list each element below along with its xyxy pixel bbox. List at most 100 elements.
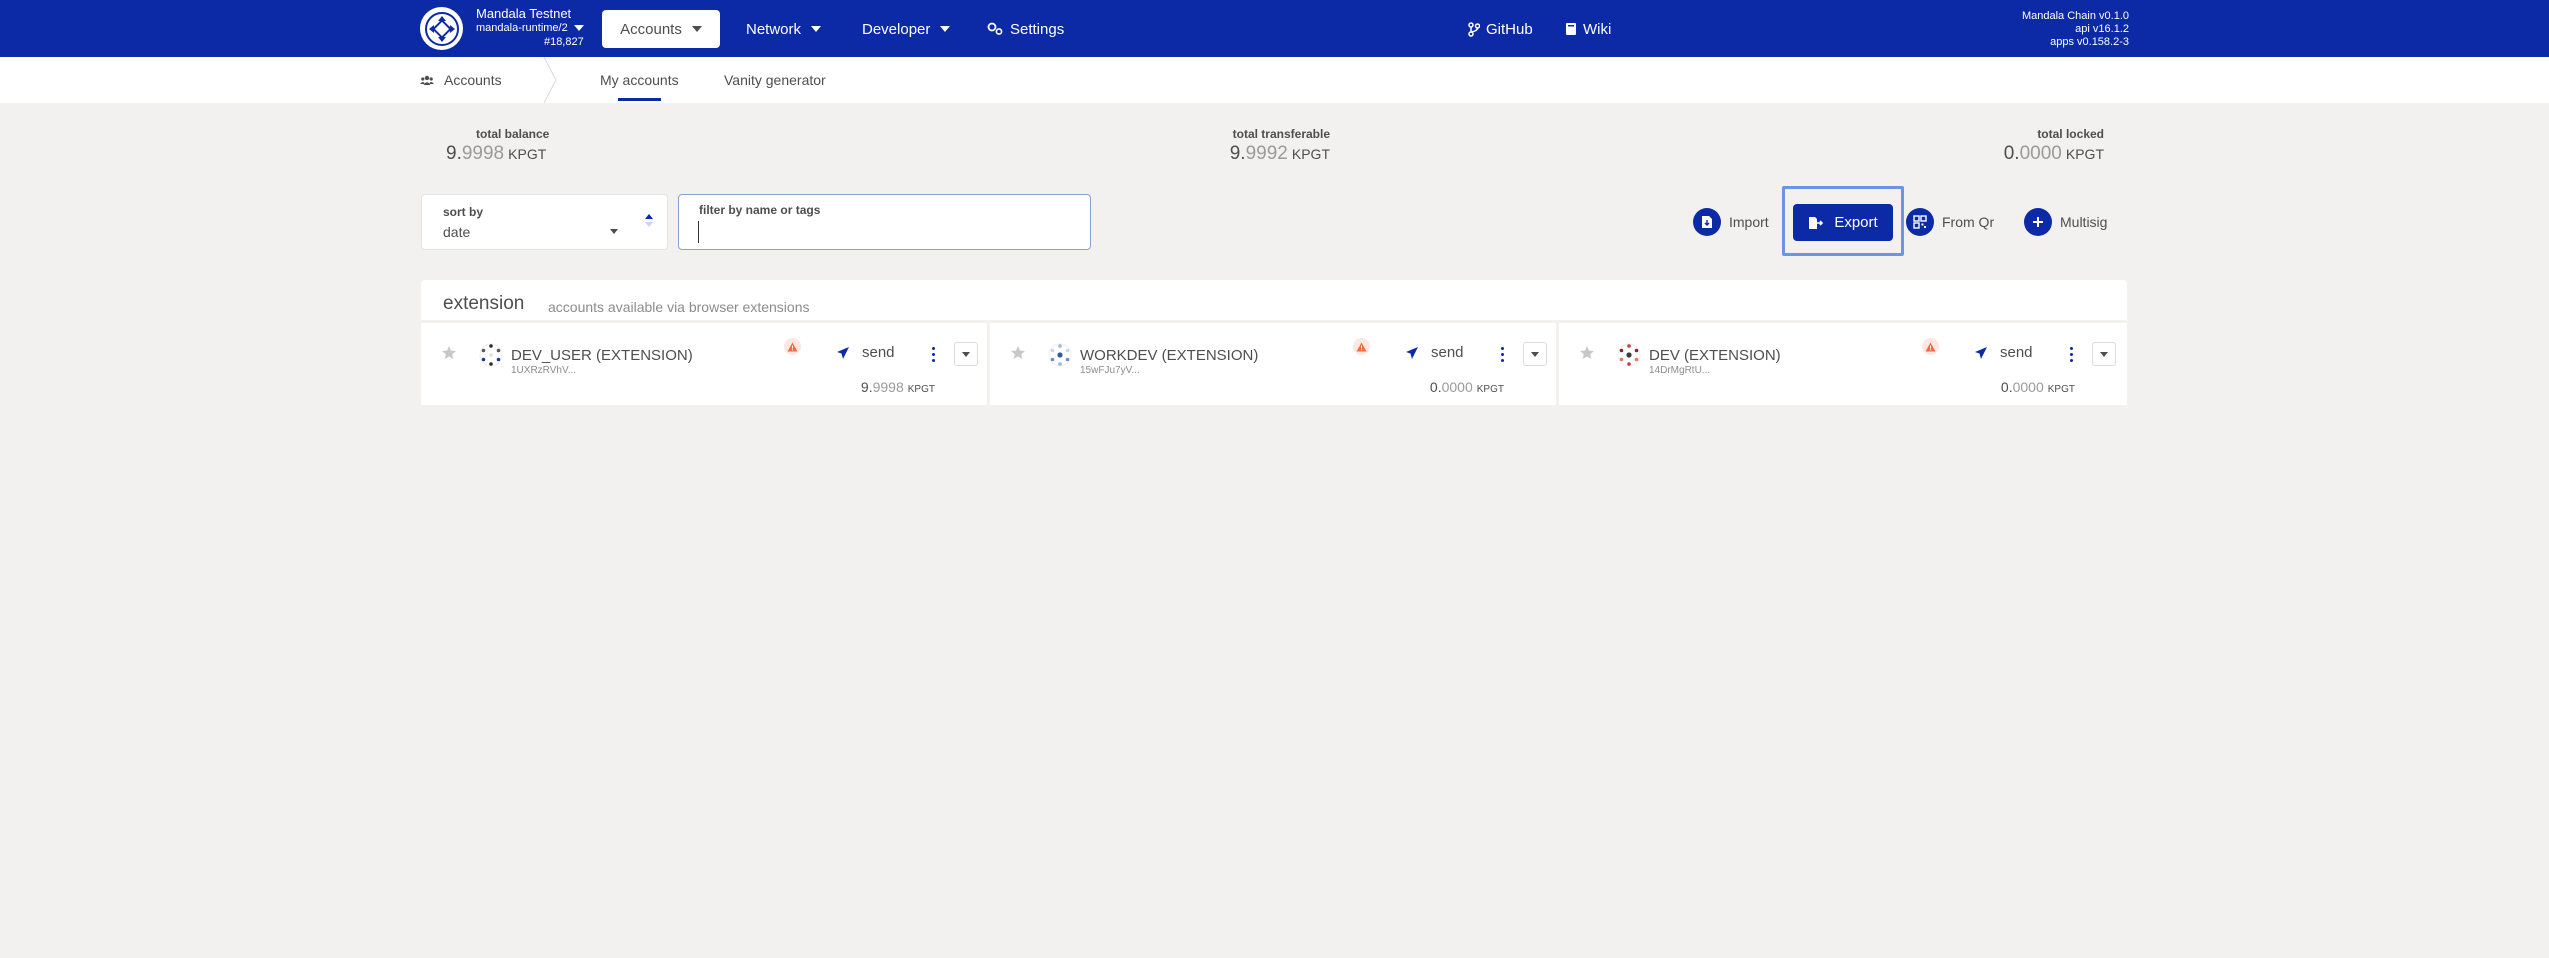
top-navbar: Mandala Testnet mandala-runtime/2 #18,82…: [0, 0, 2549, 57]
account-name: DEV_USER (EXTENSION): [511, 347, 693, 364]
more-vertical-icon[interactable]: [1496, 343, 1508, 365]
total-locked-label: total locked: [2037, 127, 2104, 141]
multisig-button[interactable]: Multisig: [2024, 208, 2107, 236]
tab-my-accounts[interactable]: My accounts: [600, 57, 679, 103]
export-button[interactable]: Export: [1793, 204, 1893, 241]
total-transferable-dec: 9992: [1245, 143, 1288, 164]
section-accounts: Accounts: [420, 57, 502, 103]
import-button[interactable]: Import: [1693, 208, 1769, 236]
tab-vanity-generator[interactable]: Vanity generator: [724, 57, 826, 103]
filter-label: filter by name or tags: [699, 203, 821, 217]
total-balance-label: total balance: [476, 127, 550, 141]
expand-button[interactable]: [1523, 342, 1547, 366]
account-address: 14DrMgRtU...: [1649, 365, 1711, 376]
warning-icon: [1353, 338, 1370, 355]
nav-settings[interactable]: Settings: [987, 10, 1064, 48]
chain-logo-icon[interactable]: [420, 7, 463, 50]
expand-button[interactable]: [2092, 342, 2116, 366]
sort-direction-toggle[interactable]: [645, 214, 653, 227]
from-qr-button[interactable]: From Qr: [1906, 208, 1994, 236]
filter-input[interactable]: [698, 221, 1068, 243]
caret-down-icon: [940, 26, 951, 32]
nav-wiki[interactable]: Wiki: [1565, 10, 1611, 48]
nav-accounts-label: Accounts: [620, 20, 682, 38]
account-card: DEV (EXTENSION) 14DrMgRtU... send 0.0000…: [1559, 323, 2127, 405]
export-label: Export: [1834, 214, 1878, 231]
nav-github-label: GitHub: [1486, 20, 1533, 38]
account-identicon[interactable]: [1617, 343, 1641, 367]
account-balance: 0.0000 KPGT: [2001, 379, 2075, 395]
account-card: WORKDEV (EXTENSION) 15wFJu7yV... send 0.…: [990, 323, 1556, 405]
total-balance-unit: KPGT: [508, 146, 547, 162]
balance-int: 9.: [860, 379, 873, 395]
balance-int: 0.: [2000, 379, 2013, 395]
account-balance: 9.9998 KPGT: [861, 379, 935, 395]
paper-plane-icon: [837, 346, 849, 359]
more-vertical-icon[interactable]: [927, 343, 939, 365]
export-icon: [1809, 216, 1824, 229]
star-icon[interactable]: [441, 345, 457, 360]
sub-navbar: Accounts My accounts Vanity generator: [0, 57, 2549, 103]
balance-dec: 0000: [2012, 379, 2044, 395]
account-balance: 0.0000 KPGT: [1430, 379, 1504, 395]
summary-total-balance: total balance 9.9998 KPGT: [446, 127, 549, 165]
send-button[interactable]: send: [1974, 344, 2033, 361]
nav-developer[interactable]: Developer: [862, 10, 951, 48]
section-divider: [543, 57, 557, 103]
runtime-version: mandala-runtime/2: [476, 21, 584, 35]
sort-by-label: sort by: [443, 205, 484, 219]
star-icon[interactable]: [1579, 345, 1595, 360]
sort-by-dropdown[interactable]: sort by date: [421, 194, 668, 250]
extension-section-header: extension accounts available via browser…: [421, 280, 2127, 320]
total-locked-unit: KPGT: [2065, 146, 2104, 162]
nav-settings-label: Settings: [1010, 20, 1065, 38]
account-name: WORKDEV (EXTENSION): [1080, 347, 1259, 364]
nav-accounts[interactable]: Accounts: [602, 10, 720, 48]
send-label: send: [862, 344, 895, 361]
api-version: api v16.1.2: [2075, 23, 2129, 35]
settings-icon: [987, 22, 1003, 35]
chevron-down-icon: [962, 351, 970, 357]
account-identicon[interactable]: [479, 343, 503, 367]
balance-unit: KPGT: [1476, 384, 1504, 395]
chain-name: Mandala Testnet: [476, 6, 572, 21]
sort-ascending-icon: [645, 214, 653, 219]
send-button[interactable]: send: [1405, 344, 1464, 361]
send-label: send: [2000, 344, 2033, 361]
sort-by-value: date: [443, 224, 471, 240]
total-transferable-unit: KPGT: [1291, 146, 1330, 162]
balance-unit: KPGT: [907, 384, 935, 395]
nav-network-label: Network: [746, 20, 802, 38]
total-balance-value: 9.9998 KPGT: [446, 143, 549, 165]
plus-icon: [2024, 208, 2052, 236]
expand-button[interactable]: [954, 342, 978, 366]
total-locked-int: 0.: [2003, 143, 2020, 164]
users-icon: [420, 75, 434, 85]
send-label: send: [1431, 344, 1464, 361]
account-identicon[interactable]: [1048, 343, 1072, 367]
book-icon: [1566, 23, 1576, 35]
apps-version: apps v0.158.2-3: [2050, 36, 2129, 48]
paper-plane-icon: [1975, 346, 1987, 359]
multisig-label: Multisig: [2060, 214, 2108, 230]
tab-my-accounts-label: My accounts: [600, 72, 679, 88]
account-address: 15wFJu7yV...: [1080, 365, 1140, 376]
star-icon[interactable]: [1010, 345, 1026, 360]
block-number: #18,827: [543, 36, 584, 48]
nav-network[interactable]: Network: [746, 10, 822, 48]
more-vertical-icon[interactable]: [2065, 343, 2077, 365]
nav-github[interactable]: GitHub: [1468, 10, 1533, 48]
version-info: Mandala Chain v0.1.0 api v16.1.2 apps v0…: [2022, 10, 2129, 49]
extension-description: accounts available via browser extension…: [548, 299, 810, 315]
sort-descending-icon: [645, 222, 653, 227]
send-button[interactable]: send: [836, 344, 895, 361]
balance-dec: 0000: [1441, 379, 1473, 395]
chain-selector[interactable]: Mandala Testnet mandala-runtime/2 #18,82…: [476, 7, 584, 49]
chain-version: Mandala Chain v0.1.0: [2021, 10, 2129, 22]
section-title: Accounts: [444, 72, 502, 88]
nav-wiki-label: Wiki: [1583, 20, 1612, 38]
filter-field[interactable]: filter by name or tags: [678, 194, 1091, 250]
qr-icon: [1906, 208, 1934, 236]
total-locked-value: 0.0000 KPGT: [2004, 143, 2104, 165]
import-label: Import: [1729, 214, 1769, 230]
